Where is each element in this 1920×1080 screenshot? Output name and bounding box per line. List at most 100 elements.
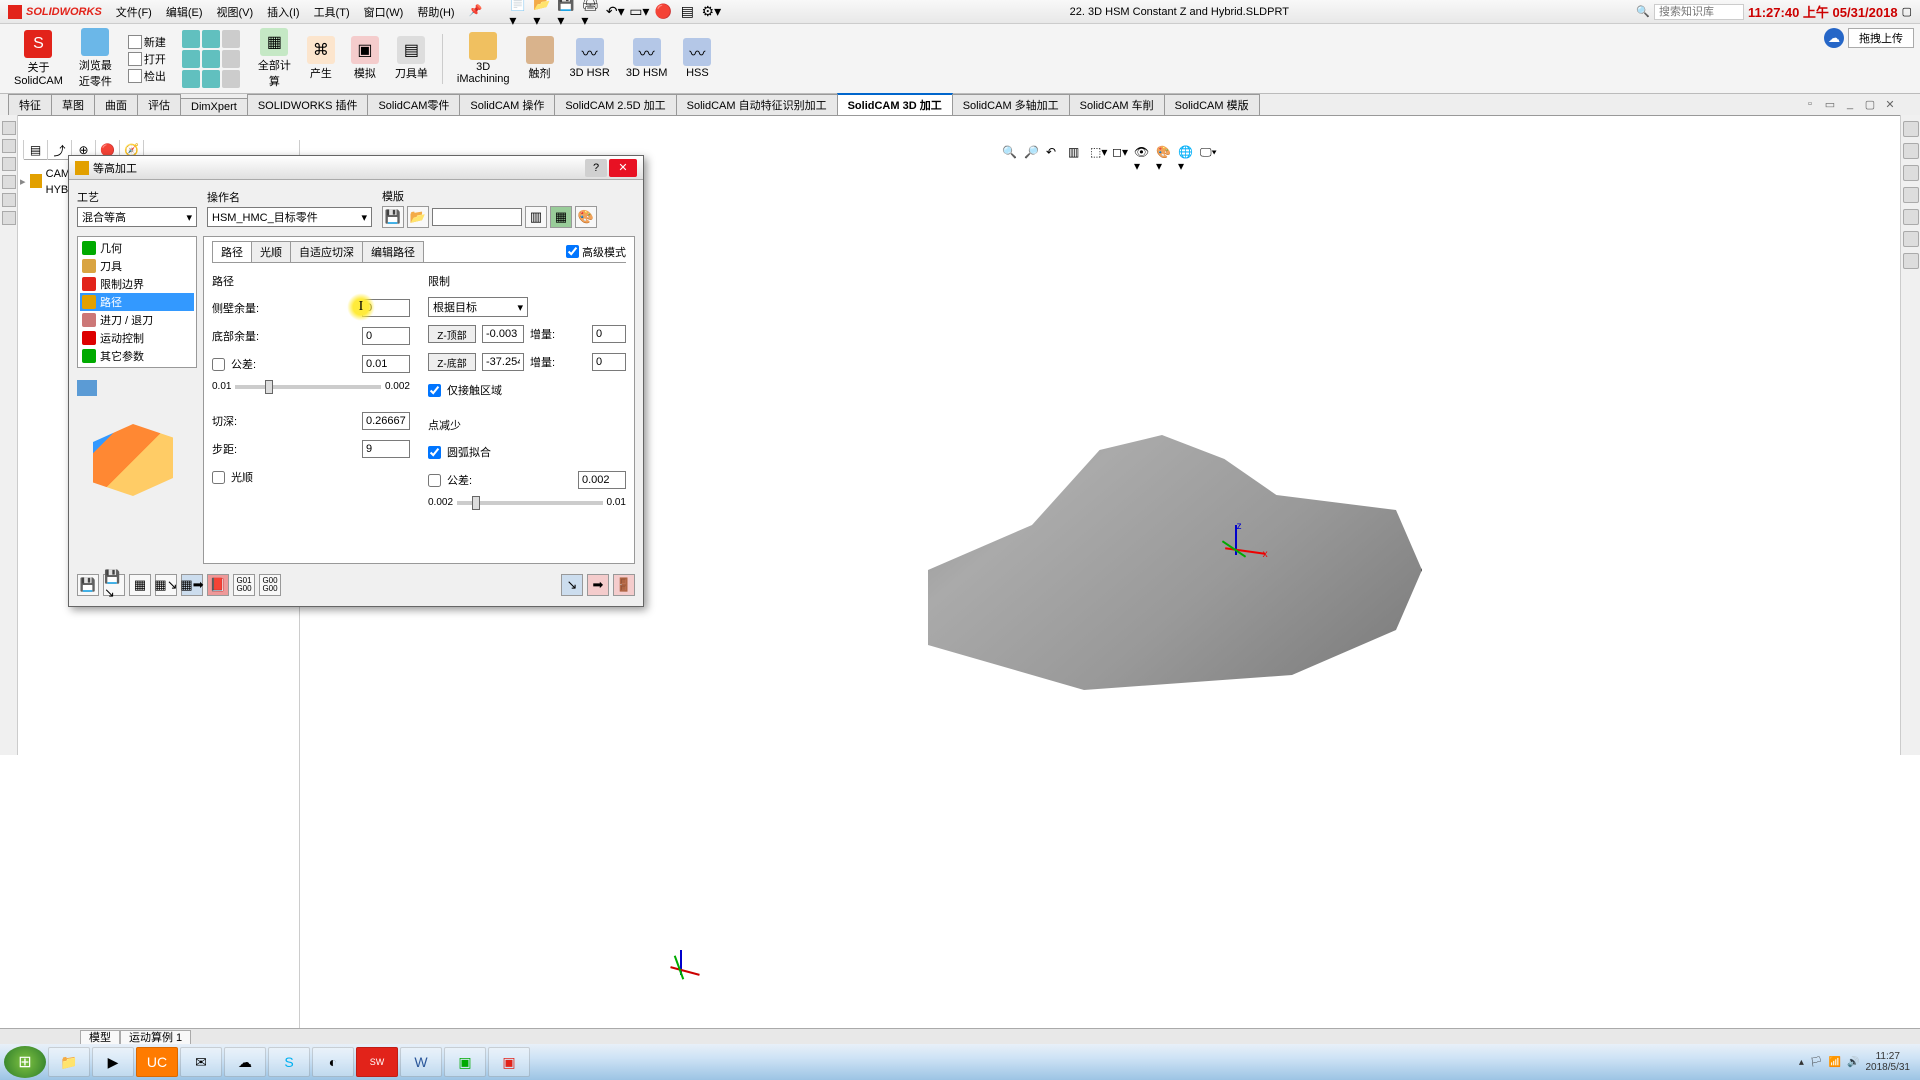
footer-saveexit-icon[interactable]: 💾↘ xyxy=(103,574,125,596)
tol-input[interactable] xyxy=(362,355,410,373)
taskpane-forum-icon[interactable] xyxy=(1903,253,1919,269)
ribbon-new[interactable]: 新建 打开 检出 xyxy=(120,26,174,91)
scene-icon[interactable]: 🌐▾ xyxy=(1177,144,1197,164)
ztop-input[interactable] xyxy=(482,325,524,343)
taskpane-home-icon[interactable] xyxy=(1903,121,1919,137)
subtab-adaptive[interactable]: 自适应切深 xyxy=(290,241,363,262)
bottom-input[interactable] xyxy=(362,327,410,345)
view-settings-icon[interactable]: 🖵▾ xyxy=(1199,144,1219,164)
tray-up-icon[interactable]: ▴ xyxy=(1799,1057,1804,1068)
footer-book-icon[interactable]: 📕 xyxy=(207,574,229,596)
ztop-button[interactable]: Z-顶部 xyxy=(428,325,476,343)
open-doc-icon[interactable]: 📂▾ xyxy=(532,1,554,23)
menu-window[interactable]: 窗口(W) xyxy=(358,2,410,22)
optree-motion[interactable]: 运动控制 xyxy=(80,329,194,347)
ribbon-hsm[interactable]: 〰 3D HSM xyxy=(618,26,676,91)
tab-solidcam-turn[interactable]: SolidCAM 车削 xyxy=(1069,94,1165,115)
view-orient-icon[interactable]: ⬚▾ xyxy=(1089,144,1109,164)
strip-btn[interactable] xyxy=(2,193,16,207)
options-icon[interactable]: ▤ xyxy=(676,1,698,23)
optree-other[interactable]: ✚其它参数 xyxy=(80,347,194,365)
footer-calcall-icon[interactable]: ▦↘ xyxy=(155,574,177,596)
tray-vol-icon[interactable]: 🔊 xyxy=(1847,1057,1859,1068)
taskpane-explorer-icon[interactable] xyxy=(1903,165,1919,181)
footer-apply-icon[interactable]: ↘ xyxy=(561,574,583,596)
template-btn1-icon[interactable]: ▥ xyxy=(525,206,547,228)
footer-exit-icon[interactable]: 🚪 xyxy=(613,574,635,596)
strip-btn[interactable] xyxy=(2,175,16,189)
tab-solidcam-multi[interactable]: SolidCAM 多轴加工 xyxy=(952,94,1070,115)
optree-geometry[interactable]: 几何 xyxy=(80,239,194,257)
subtab-edit[interactable]: 编辑路径 xyxy=(362,241,424,262)
footer-g01-icon[interactable]: G01 G00 xyxy=(233,574,255,596)
menu-tools[interactable]: 工具(T) xyxy=(308,2,356,22)
undo-icon[interactable]: ↶▾ xyxy=(604,1,626,23)
tab-solidcam-3d[interactable]: SolidCAM 3D 加工 xyxy=(837,93,953,115)
tab-sketch[interactable]: 草图 xyxy=(51,94,95,115)
footer-g00-icon[interactable]: G00 G00 xyxy=(259,574,281,596)
subtab-smooth[interactable]: 光顺 xyxy=(251,241,291,262)
ribbon-geom-icons[interactable] xyxy=(174,26,250,91)
tab-addins[interactable]: SOLIDWORKS 插件 xyxy=(247,94,369,115)
sidewall-input[interactable] xyxy=(362,299,410,317)
tab-feature[interactable]: 特征 xyxy=(8,94,52,115)
save-icon[interactable]: 💾▾ xyxy=(556,1,578,23)
cutdepth-input[interactable] xyxy=(362,412,410,430)
ribbon-produce[interactable]: ⌘ 产生 xyxy=(299,26,343,91)
tray-clock[interactable]: 11:27 2018/5/31 xyxy=(1866,1051,1911,1073)
incr-bot-input[interactable] xyxy=(592,353,626,371)
appearance-icon[interactable]: 🎨▾ xyxy=(1155,144,1175,164)
search-input[interactable] xyxy=(1654,4,1744,20)
subtab-path[interactable]: 路径 xyxy=(212,241,252,262)
ribbon-simtouch[interactable]: 触剂 xyxy=(518,26,562,91)
fm-tab-props[interactable]: ▤ xyxy=(24,140,48,160)
display-style-icon[interactable]: ◻▾ xyxy=(1111,144,1131,164)
optree-leadinout[interactable]: 进刀 / 退刀 xyxy=(80,311,194,329)
taskpane-view-icon[interactable] xyxy=(1903,187,1919,203)
upload-hint[interactable]: 拖拽上传 xyxy=(1848,28,1914,48)
tab-solidcam-25d[interactable]: SolidCAM 2.5D 加工 xyxy=(554,94,676,115)
menu-help[interactable]: 帮助(H) xyxy=(411,2,460,22)
advanced-mode-check[interactable] xyxy=(566,245,579,258)
zbot-button[interactable]: Z-底部 xyxy=(428,353,476,371)
task-edge[interactable]: ◐ xyxy=(312,1047,354,1077)
rebuild-icon[interactable]: 🔴 xyxy=(652,1,674,23)
grid-toggle-icon[interactable] xyxy=(77,380,97,396)
tab-surface[interactable]: 曲面 xyxy=(94,94,138,115)
tol-slider[interactable] xyxy=(235,385,381,389)
ribbon-about[interactable]: S 关于 SolidCAM xyxy=(6,26,71,91)
menu-edit[interactable]: 编辑(E) xyxy=(160,2,209,22)
task-cloud[interactable]: ☁ xyxy=(224,1047,266,1077)
tech-combo[interactable]: 混合等高▾ xyxy=(77,207,197,227)
ribbon-imachining[interactable]: 3D iMachining xyxy=(449,26,518,91)
footer-next-icon[interactable]: ➡ xyxy=(587,574,609,596)
window-close-icon[interactable]: ▢ xyxy=(1902,5,1912,18)
cloud-icon[interactable]: ☁ xyxy=(1824,28,1844,48)
task-mediaplayer[interactable]: ▶ xyxy=(92,1047,134,1077)
ribbon-hss[interactable]: 〰 HSS xyxy=(675,26,719,91)
menu-pin-icon[interactable]: 📌 xyxy=(463,2,489,22)
ribbon-simulate[interactable]: ▣ 模拟 xyxy=(343,26,387,91)
task-green[interactable]: ▣ xyxy=(444,1047,486,1077)
tab-evaluate[interactable]: 评估 xyxy=(137,94,181,115)
tab-solidcam-part[interactable]: SolidCAM零件 xyxy=(367,94,460,115)
task-word[interactable]: W xyxy=(400,1047,442,1077)
task-camtasia[interactable]: ▣ xyxy=(488,1047,530,1077)
dialog-help-button[interactable]: ? xyxy=(585,159,607,177)
task-uc[interactable]: UC xyxy=(136,1047,178,1077)
taskpane-lib-icon[interactable] xyxy=(1903,143,1919,159)
incr-top-input[interactable] xyxy=(592,325,626,343)
settings-icon[interactable]: ⚙▾ xyxy=(700,1,722,23)
tol2-check[interactable] xyxy=(428,474,441,487)
zoom-fit-icon[interactable]: 🔍 xyxy=(1001,144,1021,164)
zoom-area-icon[interactable]: 🔎 xyxy=(1023,144,1043,164)
tab-dimxpert[interactable]: DimXpert xyxy=(180,98,248,115)
task-solidworks[interactable]: SW xyxy=(356,1047,398,1077)
zbot-input[interactable] xyxy=(482,353,524,371)
dialog-close-button[interactable]: ✕ xyxy=(609,159,637,177)
tray-net-icon[interactable]: 📶 xyxy=(1829,1057,1841,1068)
template-btn2-icon[interactable]: ▦ xyxy=(550,206,572,228)
strip-btn[interactable] xyxy=(2,139,16,153)
strip-btn[interactable] xyxy=(2,157,16,171)
limit-combo[interactable]: 根据目标▾ xyxy=(428,297,528,317)
